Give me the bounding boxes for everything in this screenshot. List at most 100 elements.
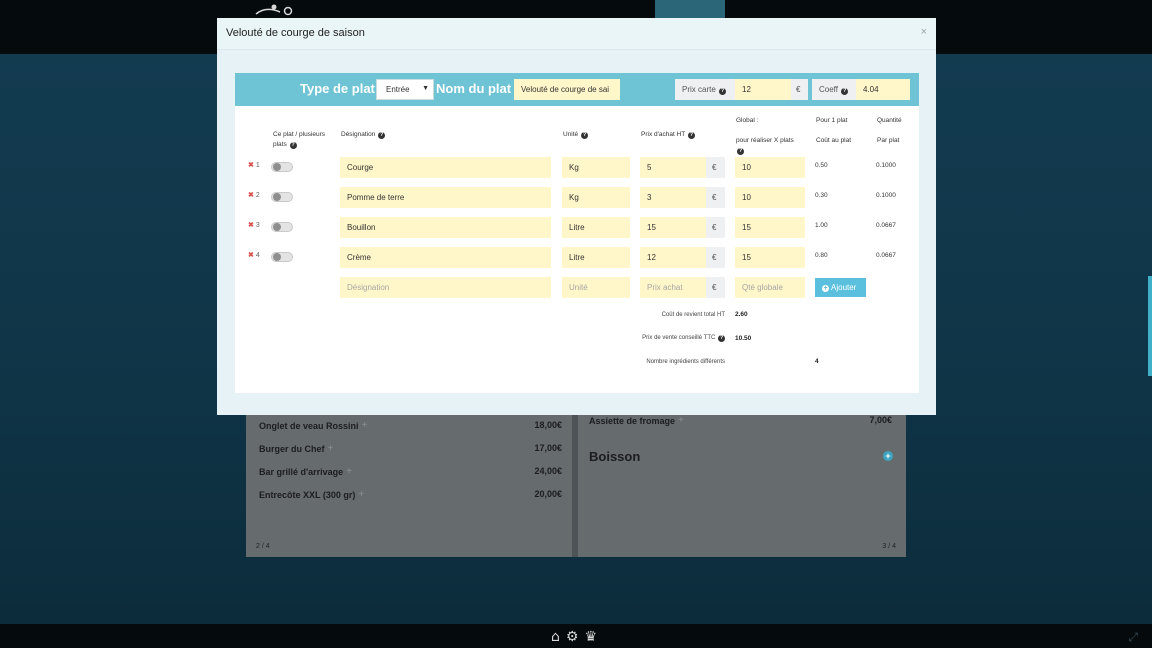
menu-item-price: 24,00€	[534, 466, 562, 476]
plus-icon[interactable]: +	[328, 443, 334, 454]
prix-carte-input[interactable]: 12	[735, 79, 791, 100]
menu-item-name: Burger du Chef	[259, 443, 325, 454]
coeff-input[interactable]: 4.04	[856, 79, 910, 100]
multi-plat-toggle[interactable]	[271, 162, 293, 172]
delete-row-icon[interactable]: ✖ 1	[248, 161, 260, 169]
prix-achat-field[interactable]: 3	[640, 187, 706, 208]
plus-icon[interactable]: +	[358, 489, 364, 500]
cout-au-plat: 0.80	[815, 252, 828, 259]
unite-field[interactable]: Litre	[562, 217, 630, 238]
plus-icon[interactable]: +	[362, 420, 368, 431]
modal-title: Velouté de courge de saison	[226, 27, 365, 39]
menu-item[interactable]: Burger du Chef +	[259, 443, 333, 454]
currency-addon: €	[706, 247, 725, 268]
dish-header-bar: Type de plat : Entrée ▼ Nom du plat : Vel…	[235, 73, 919, 106]
gear-icon[interactable]: ⚙	[566, 630, 579, 644]
help-icon[interactable]: ?	[718, 335, 725, 342]
unite-field[interactable]: Kg	[562, 187, 630, 208]
help-icon[interactable]: ?	[378, 132, 386, 139]
chef-hat-icon[interactable]: ♛	[584, 630, 597, 644]
new-prix-achat-input[interactable]: Prix achat	[640, 277, 706, 298]
delete-row-icon[interactable]: ✖ 4	[248, 251, 260, 259]
menu-item-name: Assiette de fromage	[589, 415, 676, 426]
menu-item[interactable]: Onglet de veau Rossini +	[259, 420, 367, 431]
side-panel-handle[interactable]	[1148, 276, 1152, 376]
add-ingredient-button[interactable]: + Ajouter	[815, 278, 866, 297]
new-quantite-globale-input[interactable]: Qté globale	[735, 277, 805, 298]
menu-item[interactable]: Entrecôte XXL (300 gr) +	[259, 489, 364, 500]
chevron-down-icon: ▼	[422, 85, 429, 92]
type-select-value: Entrée	[386, 85, 410, 94]
plus-icon[interactable]: +	[346, 466, 352, 477]
unite-field[interactable]: Kg	[562, 157, 630, 178]
prix-achat-field[interactable]: 15	[640, 217, 706, 238]
quantite-globale-field[interactable]: 15	[735, 247, 805, 268]
header-global: Global : pour réaliser X plats?	[736, 117, 794, 155]
menu-item[interactable]: Assiette de fromage +	[589, 415, 684, 426]
prix-achat-field[interactable]: 12	[640, 247, 706, 268]
quantite-globale-field[interactable]: 10	[735, 157, 805, 178]
expand-icon[interactable]: ⤢	[1128, 630, 1138, 645]
help-icon[interactable]: ?	[719, 88, 727, 95]
cout-revient-label: Coût de revient total HT	[661, 312, 725, 318]
cout-au-plat: 0.50	[815, 162, 828, 169]
designation-field[interactable]: Courge	[340, 157, 551, 178]
unite-field[interactable]: Litre	[562, 247, 630, 268]
type-select[interactable]: Entrée ▼	[376, 79, 434, 100]
designation-field[interactable]: Crème	[340, 247, 551, 268]
prix-carte-label: Prix carte ?	[675, 79, 735, 100]
quantite-globale-field[interactable]: 15	[735, 217, 805, 238]
close-icon[interactable]: ×	[921, 26, 927, 38]
designation-field[interactable]: Bouillon	[340, 217, 551, 238]
recipe-panel: Type de plat : Entrée ▼ Nom du plat : Vel…	[235, 73, 919, 393]
cout-au-plat: 0.30	[815, 192, 828, 199]
page-number: 2 / 4	[256, 543, 270, 550]
plus-icon[interactable]: +	[678, 415, 684, 426]
quantite-par-plat: 0.0667	[876, 252, 896, 259]
page-number: 3 / 4	[882, 543, 896, 550]
new-unite-input[interactable]: Unité	[562, 277, 630, 298]
header-designation: Désignation ?	[341, 131, 386, 139]
header-quantite: Quantité Par plat	[877, 117, 902, 144]
bottom-toolbar: ⌂ ⚙ ♛	[551, 630, 597, 644]
menu-item-name: Entrecôte XXL (300 gr)	[259, 489, 356, 500]
add-section-item-icon[interactable]: +	[883, 451, 893, 461]
menu-item[interactable]: Bar grillé d'arrivage +	[259, 466, 352, 477]
prix-vente-value: 10.50	[735, 335, 752, 342]
menu-page-left: Onglet de veau Rossini + 18,00€ Burger du…	[246, 405, 572, 557]
help-icon[interactable]: ?	[289, 142, 297, 149]
name-label: Nom du plat :	[436, 81, 520, 96]
quantite-globale-field[interactable]: 10	[735, 187, 805, 208]
new-designation-input[interactable]: Désignation	[340, 277, 551, 298]
cout-revient-value: 2.60	[735, 311, 748, 318]
delete-row-icon[interactable]: ✖ 2	[248, 191, 260, 199]
dish-name-input[interactable]: Velouté de courge de sai	[514, 79, 620, 100]
menu-item-name: Bar grillé d'arrivage	[259, 466, 344, 477]
nb-ingredients-value: 4	[815, 358, 819, 365]
quantite-par-plat: 0.1000	[876, 162, 896, 169]
help-icon[interactable]: ?	[737, 148, 744, 155]
multi-plat-toggle[interactable]	[271, 252, 293, 262]
menu-item-price: 17,00€	[534, 443, 562, 453]
help-icon[interactable]: ?	[687, 132, 695, 139]
designation-field[interactable]: Pomme de terre	[340, 187, 551, 208]
currency-addon: €	[791, 79, 808, 100]
prix-achat-field[interactable]: 5	[640, 157, 706, 178]
home-icon[interactable]: ⌂	[551, 630, 560, 644]
menu-page-right: Assiette de fromage + 7,00€ Boisson + 3 /…	[578, 405, 906, 557]
section-title: Boisson	[589, 449, 641, 464]
active-top-tab[interactable]	[655, 0, 725, 18]
multi-plat-toggle[interactable]	[271, 222, 293, 232]
coeff-group: Coeff ? 4.04	[812, 79, 910, 100]
menu-item-price: 7,00€	[869, 415, 892, 425]
multi-plat-toggle[interactable]	[271, 192, 293, 202]
delete-row-icon[interactable]: ✖ 3	[248, 221, 260, 229]
help-icon[interactable]: ?	[581, 132, 588, 139]
dish-modal: Velouté de courge de saison × Type de pl…	[217, 18, 936, 415]
currency-addon: €	[706, 157, 725, 178]
type-label: Type de plat :	[300, 81, 383, 96]
cout-au-plat: 1.00	[815, 222, 828, 229]
header-unite: Unité ?	[563, 131, 588, 139]
currency-addon: €	[706, 217, 725, 238]
help-icon[interactable]: ?	[841, 88, 849, 95]
